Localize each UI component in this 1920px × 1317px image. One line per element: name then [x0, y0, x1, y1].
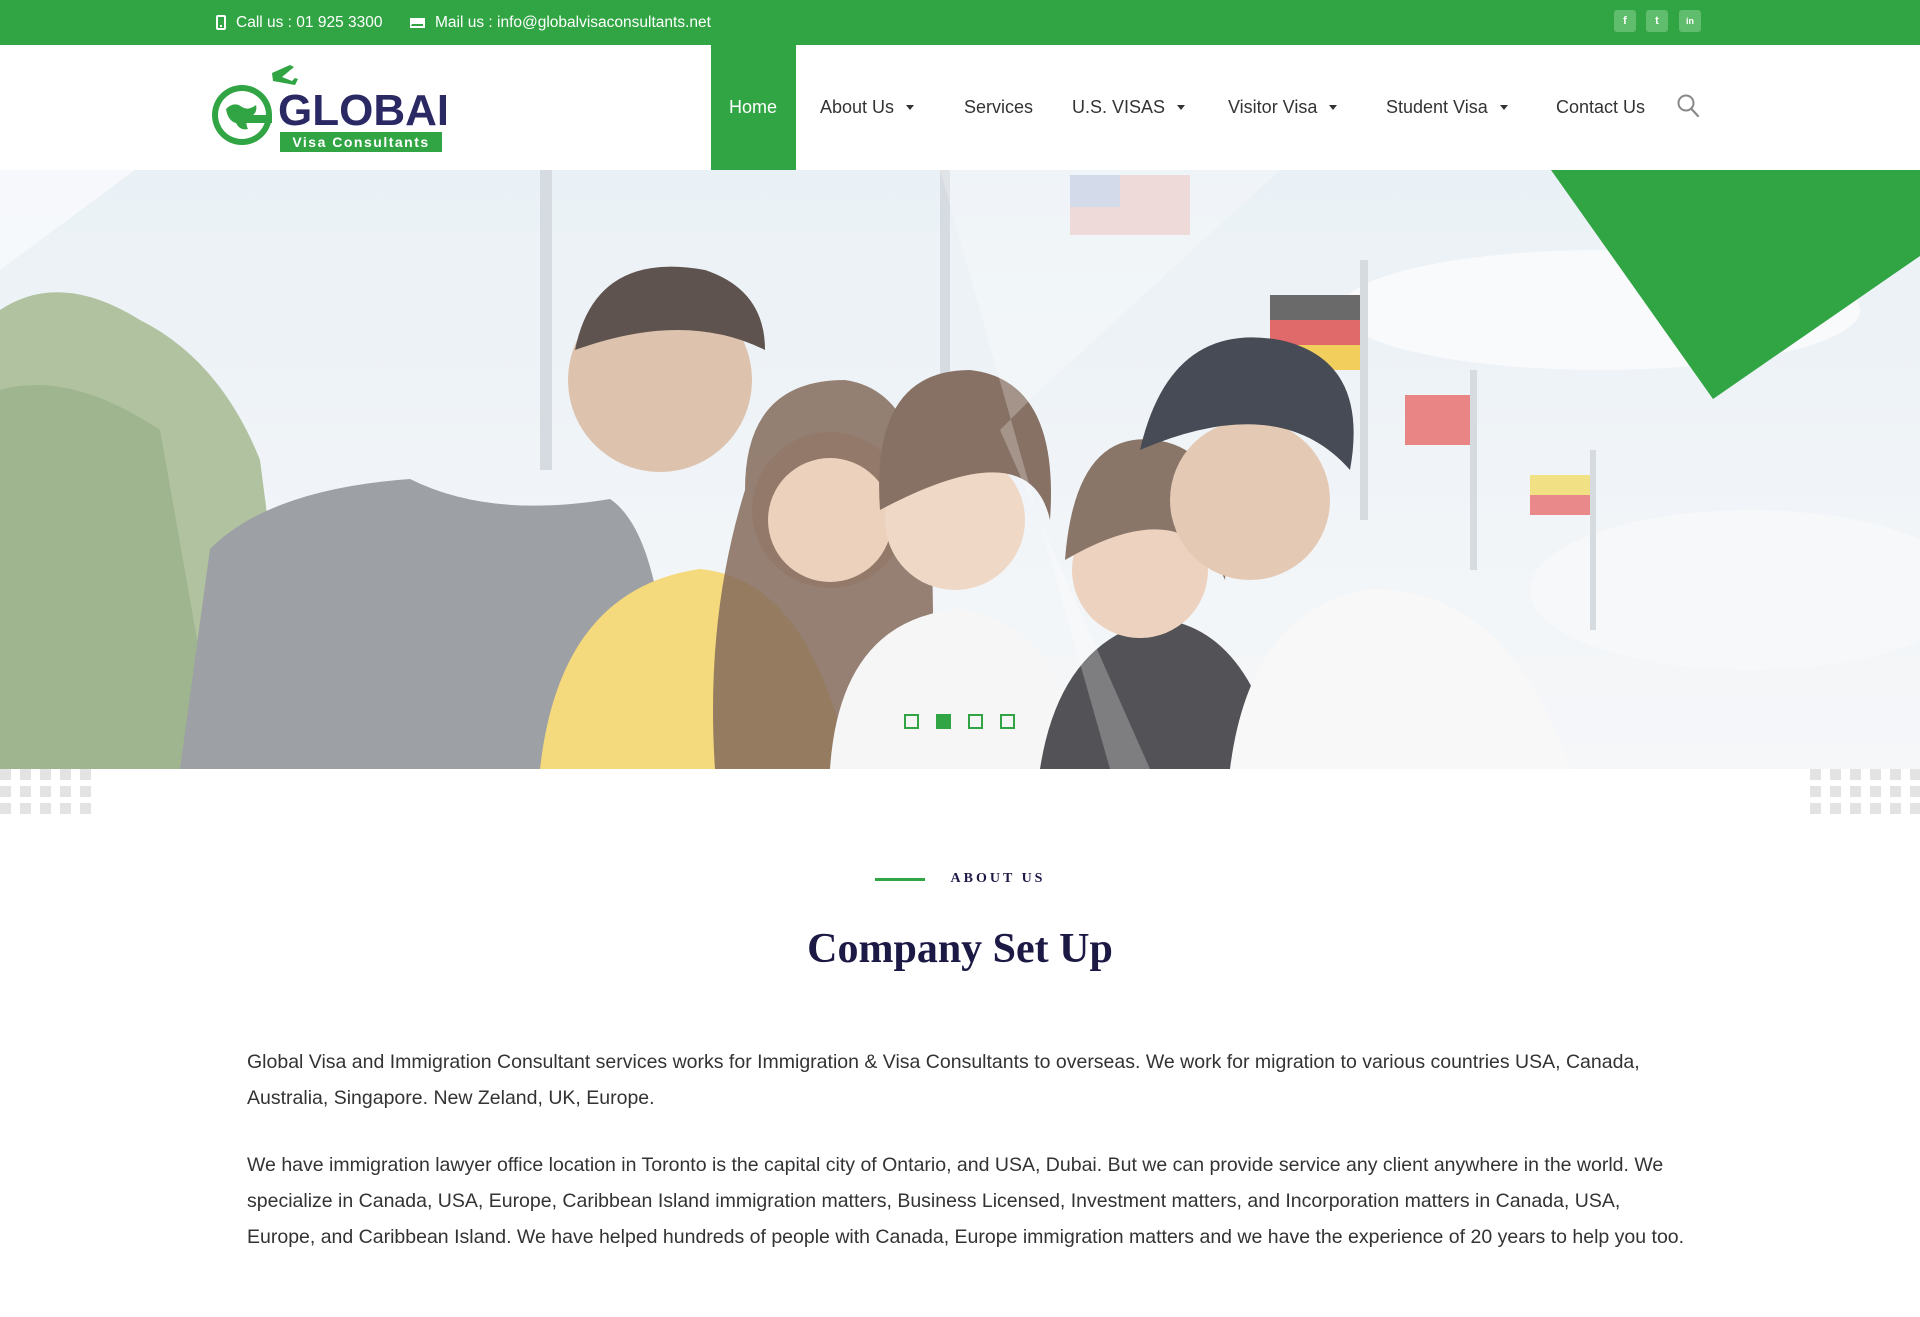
grid-dot	[40, 803, 51, 814]
grid-dot	[1810, 803, 1821, 814]
nav-us-visas-label: U.S. VISAS	[1072, 97, 1166, 117]
grid-dot	[0, 803, 11, 814]
grid-dot	[80, 803, 91, 814]
grid-dot	[1830, 786, 1841, 797]
grid-dot	[1890, 769, 1901, 780]
section-eyebrow: ABOUT US	[0, 871, 1920, 887]
grid-dot	[1890, 803, 1901, 814]
mail-contact[interactable]: Mail us : info@globalvisaconsultants.net	[410, 0, 711, 45]
nav-contact-label: Contact Us	[1556, 97, 1646, 117]
chevron-down-icon	[1177, 105, 1186, 110]
nav-student-label: Student Visa	[1386, 97, 1488, 117]
twitter-icon[interactable]: t	[1646, 10, 1668, 32]
nav-home[interactable]: Home	[729, 45, 777, 170]
section-title: Company Set Up	[807, 926, 1113, 972]
grid-dot	[1850, 803, 1861, 814]
phone-icon	[216, 15, 226, 30]
chevron-down-icon	[1329, 105, 1338, 110]
grid-dot	[80, 786, 91, 797]
search-icon[interactable]	[1676, 93, 1700, 119]
slider-pagination	[904, 714, 1015, 729]
grid-dot	[40, 786, 51, 797]
grid-dot	[1870, 786, 1881, 797]
slider-dot[interactable]	[968, 714, 983, 729]
grid-dot	[1870, 803, 1881, 814]
grid-dot	[1910, 786, 1920, 797]
nav-contact[interactable]: Contact Us	[1556, 45, 1645, 170]
grid-dot	[20, 769, 31, 780]
site-logo[interactable]: GLOBAL Visa Consultants	[208, 63, 446, 163]
grid-dot	[20, 786, 31, 797]
linkedin-icon[interactable]: in	[1679, 10, 1701, 32]
grid-dot	[1830, 803, 1841, 814]
eyebrow-line	[874, 877, 925, 881]
slider-dot-active[interactable]	[936, 714, 951, 729]
nav-services-label: Services	[964, 97, 1034, 117]
about-paragraph-2: We have immigration lawyer office locati…	[247, 1154, 1685, 1248]
nav-visitor-label: Visitor Visa	[1228, 97, 1318, 117]
grid-dot	[60, 769, 71, 780]
hero-image	[0, 170, 1920, 769]
nav-us-visas[interactable]: U.S. VISAS	[1072, 45, 1186, 170]
hero-slider[interactable]	[0, 170, 1920, 769]
site-header: GLOBAL Visa Consultants Home About Us Se…	[0, 45, 1920, 170]
grid-dot	[1850, 769, 1861, 780]
grid-dot	[0, 786, 11, 797]
grid-dot	[60, 803, 71, 814]
slider-dot[interactable]	[904, 714, 919, 729]
phone-contact[interactable]: Call us : 01 925 3300	[216, 0, 383, 45]
grid-dot	[40, 769, 51, 780]
grid-dot	[20, 803, 31, 814]
nav-about-label: About Us	[820, 97, 895, 117]
chevron-down-icon	[1499, 105, 1508, 110]
nav-services[interactable]: Services	[964, 45, 1033, 170]
logo-tagline: Visa Consultants	[292, 134, 429, 150]
grid-dot	[1890, 786, 1901, 797]
grid-dot	[1810, 786, 1821, 797]
nav-about[interactable]: About Us	[820, 45, 915, 170]
logo-word: GLOBAL	[278, 86, 446, 135]
nav-student-visa[interactable]: Student Visa	[1386, 45, 1508, 170]
chevron-down-icon	[906, 105, 915, 110]
grid-dot	[0, 769, 11, 780]
nav-home-label: Home	[729, 97, 778, 117]
nav-visitor-visa[interactable]: Visitor Visa	[1228, 45, 1338, 170]
eyebrow-text: ABOUT US	[950, 871, 1046, 886]
grid-dot	[1830, 769, 1841, 780]
slider-dot[interactable]	[1000, 714, 1015, 729]
grid-dot	[1910, 803, 1920, 814]
top-bar: Call us : 01 925 3300 Mail us : info@glo…	[0, 0, 1920, 45]
grid-dot	[1870, 769, 1881, 780]
mail-icon	[410, 17, 425, 28]
grid-dot	[60, 786, 71, 797]
phone-text: Call us : 01 925 3300	[236, 13, 383, 31]
grid-dot	[1910, 769, 1920, 780]
about-paragraph-1: Global Visa and Immigration Consultant s…	[247, 1051, 1640, 1109]
facebook-icon[interactable]: f	[1614, 10, 1636, 32]
grid-dot	[1810, 769, 1821, 780]
mail-text: Mail us : info@globalvisaconsultants.net	[435, 13, 711, 31]
grid-dot	[80, 769, 91, 780]
grid-dot	[1850, 786, 1861, 797]
